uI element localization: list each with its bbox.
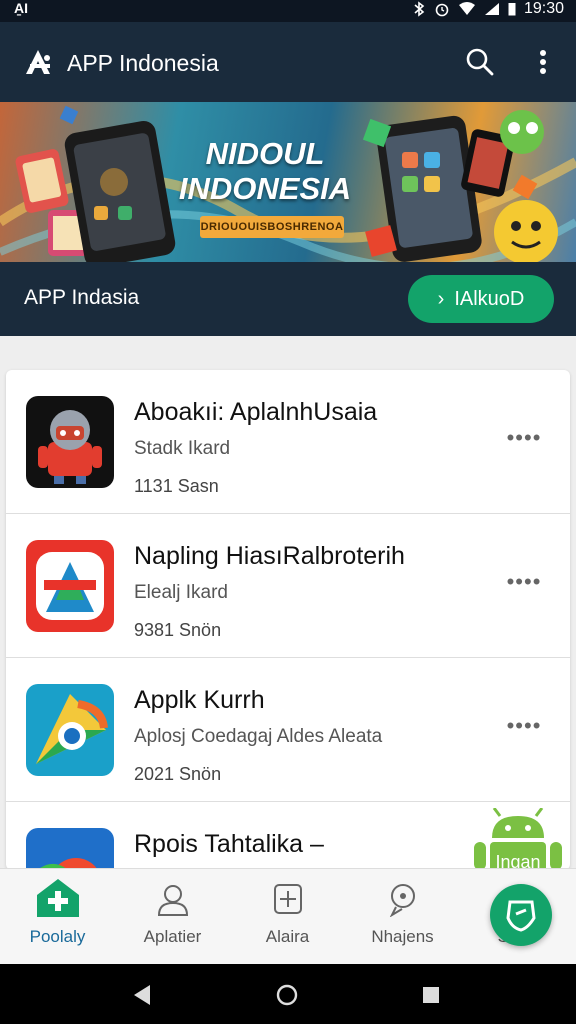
signal-icon [484,3,499,15]
more-horiz-icon[interactable]: •••• [506,427,542,450]
app-icon-swirl [26,684,114,776]
wifi-icon [458,2,475,15]
more-horiz-icon[interactable]: •••• [506,715,542,738]
app-subtitle: Stadk Ikard [134,438,231,459]
carrier-label: A̱I [14,0,28,16]
app-name: Rpois Tahtalika – [134,830,324,858]
app-name: Applk Kurrh [134,686,265,714]
app-list: Aboakıi: AplalnhUsaia Stadk Ikard 1131 S… [6,370,570,870]
app-meta: 2021 Snön [134,764,222,784]
alarm-icon [435,3,449,17]
nav-label: Nhajens [371,927,434,946]
list-item[interactable]: Napling HiasıRalbroterih Elealj Ikard 93… [6,514,570,658]
nav-item-home[interactable]: Poolaly [0,869,115,965]
home-plus-icon [36,879,79,917]
app-name: Napling HiasıRalbroterih [134,542,405,570]
app-subtitle: Elealj Ikard [134,582,228,603]
back-icon[interactable] [132,984,152,1006]
hero-action-button[interactable]: › IAlkuoD [408,275,554,323]
app-meta: 9381 Snön [134,620,222,640]
app-icon-letter-a [26,540,114,632]
promo-banner[interactable]: NIDOUL INDONESIA DRIOUOUISBOSHRENOA [0,102,576,262]
app-bar: APP Indonesia [0,22,576,102]
status-icons: 19:30 [412,0,564,18]
shield-icon [506,900,536,932]
app-logo-icon [26,50,50,74]
recents-icon[interactable] [422,986,440,1004]
hero-title: APP Indasia [24,286,140,309]
system-nav-bar [0,964,576,1024]
nav-item-apps[interactable]: Aplatier [115,869,230,965]
nav-item-add[interactable]: Alaira [230,869,345,965]
banner-title-line1: NIDOUL [205,136,325,171]
clock: 19:30 [523,0,564,17]
app-icon-fruit [26,828,114,870]
bluetooth-icon [414,1,425,17]
app-subtitle: Aplosj Coedagaj Aldes Aleata [134,726,383,747]
person-icon [157,885,188,916]
app-name: Aboakıi: AplalnhUsaia [134,398,378,426]
android-icon: Ingan [474,808,562,876]
status-bar: A̱I 19:30 [0,0,576,22]
list-item[interactable]: Aboakıi: AplalnhUsaia Stadk Ikard 1131 S… [6,370,570,514]
banner-subtitle: DRIOUOUISBOSHRENOA [200,216,344,238]
more-vert-icon[interactable] [530,46,556,78]
app-title: APP Indonesia [67,50,219,76]
app-icon-robot [26,396,114,488]
app-meta: 1131 Sasn [134,476,219,496]
banner-title: NIDOUL INDONESIA [160,136,370,206]
banner-title-line2: INDONESIA [178,171,352,206]
more-horiz-icon[interactable]: •••• [506,571,542,594]
list-item[interactable]: Applk Kurrh Aplosj Coedagaj Aldes Aleata… [6,658,570,802]
chevron-right-icon: › [437,288,445,310]
battery-icon [508,3,516,16]
nav-label: Alaira [265,927,310,946]
nav-label: Aplatier [143,927,202,946]
hero-strip: APP Indasia › IAlkuoD [0,262,576,336]
search-icon[interactable] [464,46,496,78]
plus-box-icon [273,884,302,914]
hero-button-label: IAlkuoD [454,288,525,310]
home-icon[interactable] [276,984,298,1006]
nav-item-location[interactable]: Nhajens [345,869,460,965]
fab-button[interactable] [490,884,552,946]
location-pin-icon [389,884,415,917]
nav-label: Poolaly [29,927,86,946]
